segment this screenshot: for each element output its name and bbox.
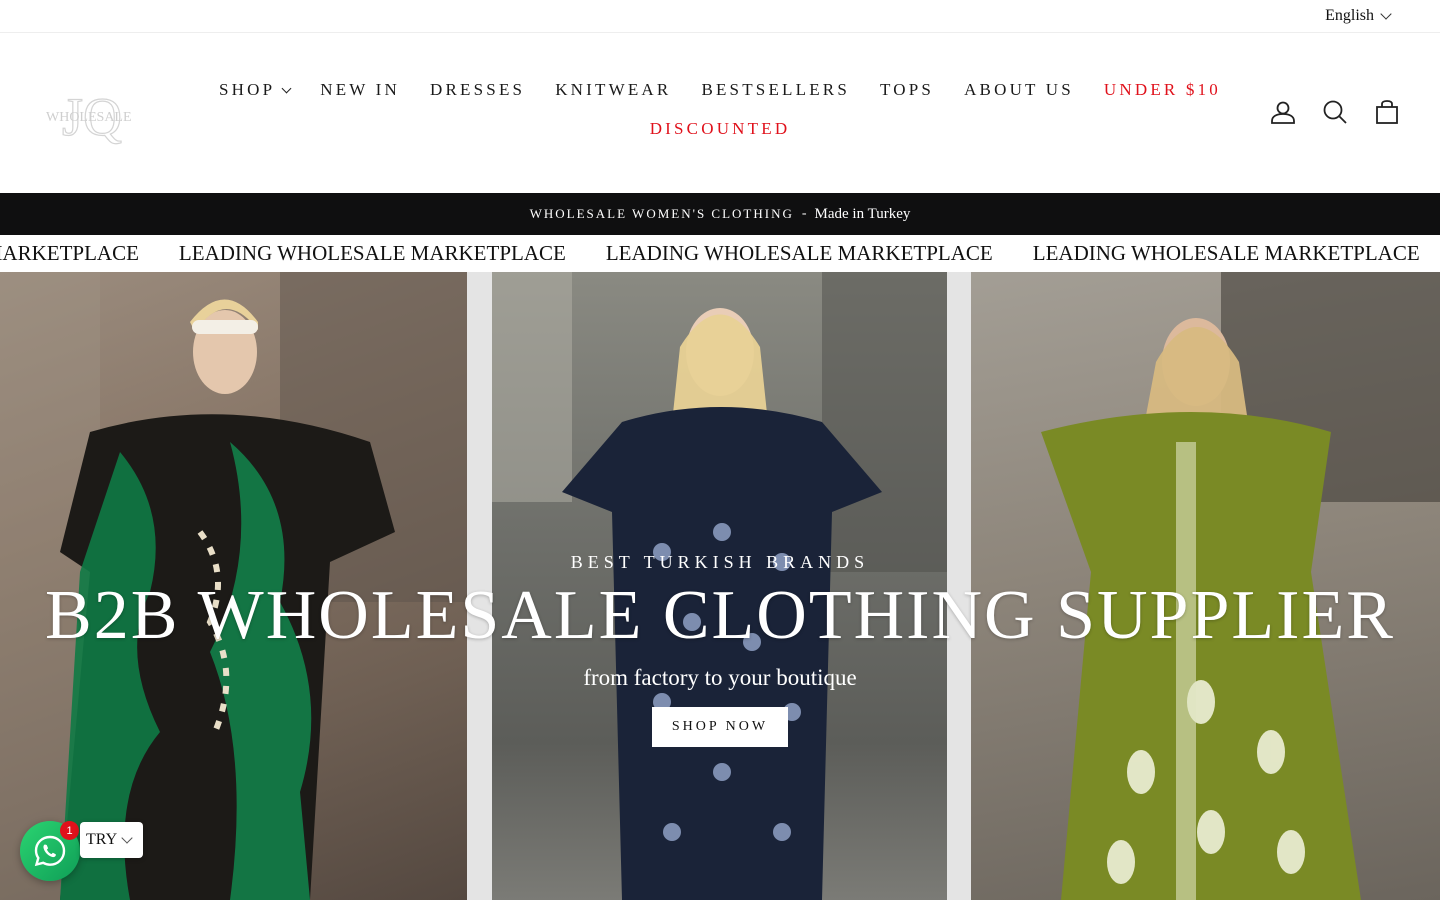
header-icons: [1270, 99, 1400, 125]
announcement-text: WHOLESALE WOMEN'S CLOTHING: [529, 206, 794, 221]
nav-item-label: BESTSELLERS: [701, 80, 850, 99]
main-nav-row-1: SHOP NEW IN DRESSES KNITWEAR BESTSELLERS TOPS…: [170, 80, 1270, 100]
marquee-banner: LEADING WHOLESALE MARKETPLACE LEADING WHO…: [0, 235, 1440, 272]
nav-item-label: KNITWEAR: [555, 80, 672, 99]
nav-item-knitwear[interactable]: KNITWEAR: [555, 80, 671, 100]
nav-item-discounted[interactable]: DISCOUNTED: [650, 119, 791, 139]
marquee-item: LEADING WHOLESALE MARKETPLACE: [605, 241, 993, 265]
utility-bar: English: [0, 0, 1440, 33]
hero-banner: BEST TURKISH BRANDS B2B WHOLESALE CLOTHI…: [0, 272, 1440, 900]
nav-item-tops[interactable]: TOPS: [880, 80, 934, 100]
hero-kicker: BEST TURKISH BRANDS: [570, 552, 870, 572]
marquee-track: LEADING WHOLESALE MARKETPLACE LEADING WHO…: [0, 241, 1440, 266]
whatsapp-icon: [34, 835, 66, 867]
site-header: JQ WHOLESALE SHOP NEW IN DRESSES KNITWEAR BE…: [0, 33, 1440, 193]
currency-selector[interactable]: TRY: [80, 822, 143, 858]
hero-title: B2B WHOLESALE CLOTHING SUPPLIER: [45, 577, 1395, 654]
nav-item-under-10[interactable]: UNDER $10: [1104, 80, 1221, 100]
cart-icon[interactable]: [1374, 99, 1400, 125]
nav-item-label: NEW IN: [320, 80, 401, 99]
announcement-suffix: Made in Turkey: [814, 205, 911, 222]
nav-item-about-us[interactable]: ABOUT US: [964, 80, 1074, 100]
nav-item-label: DRESSES: [430, 80, 526, 99]
main-nav-row-2: DISCOUNTED: [170, 119, 1270, 139]
announcement-separator: -: [801, 206, 807, 221]
nav-item-label: UNDER $10: [1103, 80, 1222, 99]
nav-item-dresses[interactable]: DRESSES: [430, 80, 525, 100]
chevron-down-icon: [1380, 8, 1392, 20]
marquee-item: LEADING WHOLESALE MARKETPLACE: [178, 241, 566, 265]
nav-item-label: ABOUT US: [964, 80, 1074, 99]
marquee-item: LEADING WHOLESALE MARKETPLACE: [0, 241, 139, 265]
currency-label: TRY: [86, 831, 118, 848]
shop-now-button[interactable]: SHOP NOW: [651, 707, 789, 747]
language-selector[interactable]: English: [1325, 7, 1392, 25]
account-icon[interactable]: [1270, 99, 1296, 125]
main-nav: SHOP NEW IN DRESSES KNITWEAR BESTSELLERS TOPS…: [170, 80, 1270, 139]
announcement-bar: WHOLESALE WOMEN'S CLOTHING - Made in Tur…: [0, 193, 1440, 235]
search-icon[interactable]: [1322, 99, 1348, 125]
marquee-item: LEADING WHOLESALE MARKETPLACE: [1032, 241, 1420, 265]
site-logo[interactable]: JQ WHOLESALE: [42, 83, 138, 149]
nav-item-label: SHOP: [218, 80, 276, 99]
hero-subtitle: from factory to your boutique: [583, 665, 857, 690]
notification-badge: 1: [60, 821, 79, 840]
nav-item-shop[interactable]: SHOP: [218, 80, 292, 100]
nav-item-label: TOPS: [880, 80, 935, 99]
nav-item-label: DISCOUNTED: [649, 119, 791, 138]
hero-content: BEST TURKISH BRANDS B2B WHOLESALE CLOTHI…: [0, 552, 1440, 747]
nav-item-new-in[interactable]: NEW IN: [320, 80, 400, 100]
logo-word: WHOLESALE: [46, 110, 132, 125]
chevron-down-icon: [121, 832, 133, 844]
chevron-down-icon: [281, 83, 292, 94]
nav-item-bestsellers[interactable]: BESTSELLERS: [701, 80, 850, 100]
language-label: English: [1325, 7, 1374, 24]
